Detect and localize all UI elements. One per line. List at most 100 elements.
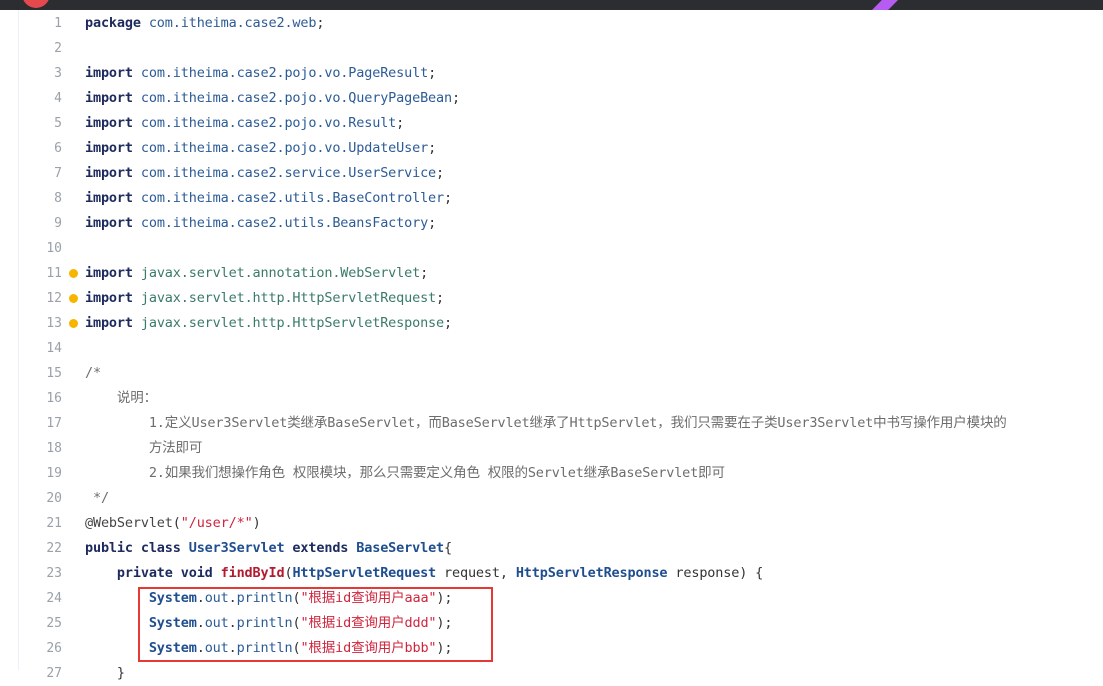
code-line[interactable]: 1 package com.itheima.case2.web; xyxy=(0,11,1103,36)
line-number: 8 xyxy=(54,191,62,206)
code-token: @WebServlet xyxy=(85,515,173,531)
line-number: 17 xyxy=(46,416,62,431)
line-number: 10 xyxy=(46,241,62,256)
code-token: 1.定义User3Servlet类继承BaseServlet，而BaseServ… xyxy=(85,415,1007,431)
code-token: ; xyxy=(428,140,437,156)
code-token: */ xyxy=(85,490,109,506)
code-line[interactable]: 12 import javax.servlet.http.HttpServletR… xyxy=(0,286,1103,311)
line-number: 2 xyxy=(54,41,62,56)
code-line[interactable]: 9 import com.itheima.case2.utils.BeansFac… xyxy=(0,211,1103,236)
code-text: @WebServlet("/user/*") xyxy=(85,511,261,536)
code-text: System.out.println("根据id查询用户aaa"); xyxy=(85,586,453,611)
code-token: . xyxy=(228,640,237,656)
code-line[interactable]: 11 import javax.servlet.annotation.WebSer… xyxy=(0,261,1103,286)
code-line[interactable]: 8 import com.itheima.case2.utils.BaseCont… xyxy=(0,186,1103,211)
code-token: "根据id查询用户ddd" xyxy=(300,615,437,631)
code-line[interactable]: 21 @WebServlet("/user/*") xyxy=(0,511,1103,536)
code-token: import xyxy=(85,215,141,231)
line-number: 13 xyxy=(46,316,62,331)
line-number: 18 xyxy=(46,441,62,456)
code-line[interactable]: 24 System.out.println("根据id查询用户aaa"); xyxy=(0,586,1103,611)
code-token: . xyxy=(228,615,237,631)
code-token: 方法即可 xyxy=(85,440,203,456)
code-line[interactable]: 16 说明： xyxy=(0,386,1103,411)
code-token: import xyxy=(85,315,141,331)
code-line[interactable]: 3 import com.itheima.case2.pojo.vo.PageRe… xyxy=(0,61,1103,86)
code-text: import com.itheima.case2.pojo.vo.Result; xyxy=(85,111,404,136)
code-token: ); xyxy=(436,590,453,606)
code-token: import xyxy=(85,290,141,306)
code-line[interactable]: 7 import com.itheima.case2.service.UserSe… xyxy=(0,161,1103,186)
code-line[interactable]: 10 xyxy=(0,236,1103,261)
code-token: System xyxy=(148,640,197,656)
code-token: out xyxy=(204,590,229,606)
code-token: extends xyxy=(284,540,357,556)
code-line[interactable]: 17 1.定义User3Servlet类继承BaseServlet，而BaseS… xyxy=(0,411,1103,436)
line-number: 3 xyxy=(54,66,62,81)
code-token: ; xyxy=(436,290,445,306)
line-number: 20 xyxy=(46,491,62,506)
code-token: import xyxy=(85,165,141,181)
code-line[interactable]: 15 /* xyxy=(0,361,1103,386)
code-line[interactable]: 2 xyxy=(0,36,1103,61)
code-line[interactable]: 19 2.如果我们想操作角色 权限模块，那么只需要定义角色 权限的Servlet… xyxy=(0,461,1103,486)
window-top-bar xyxy=(0,0,1103,10)
code-line[interactable]: 5 import com.itheima.case2.pojo.vo.Result… xyxy=(0,111,1103,136)
line-number: 14 xyxy=(46,341,62,356)
code-line[interactable]: 23 private void findById(HttpServletRequ… xyxy=(0,561,1103,586)
code-token: println xyxy=(236,615,293,631)
code-token: import xyxy=(85,265,141,281)
code-token: com.itheima.case2.utils.BaseController xyxy=(140,190,445,206)
code-token: out xyxy=(204,640,229,656)
code-token: ; xyxy=(444,315,452,331)
code-text: import javax.servlet.http.HttpServletRes… xyxy=(85,311,452,336)
code-token: private void xyxy=(85,565,221,581)
code-token: ( xyxy=(172,515,181,531)
code-line[interactable]: 20 */ xyxy=(0,486,1103,511)
code-line[interactable]: 26 System.out.println("根据id查询用户bbb"); xyxy=(0,636,1103,661)
code-token: . xyxy=(196,590,205,606)
line-number: 4 xyxy=(54,91,62,106)
code-token: javax.servlet.http.HttpServletResponse xyxy=(140,315,445,331)
code-token: BaseServlet xyxy=(356,540,445,556)
code-line[interactable]: 4 import com.itheima.case2.pojo.vo.QueryP… xyxy=(0,86,1103,111)
code-line[interactable]: 13 import javax.servlet.http.HttpServletR… xyxy=(0,311,1103,336)
code-token: ; xyxy=(428,215,437,231)
line-number: 12 xyxy=(46,291,62,306)
code-token: } xyxy=(85,665,125,681)
code-token: HttpServletResponse xyxy=(515,565,668,581)
code-line[interactable]: 25 System.out.println("根据id查询用户ddd"); xyxy=(0,611,1103,636)
code-token: import xyxy=(85,65,141,81)
code-text: 方法即可 xyxy=(85,436,203,461)
code-line[interactable]: 18 方法即可 xyxy=(0,436,1103,461)
code-line[interactable]: 27 } xyxy=(0,661,1103,686)
code-text: */ xyxy=(85,486,109,511)
change-marker-icon xyxy=(69,319,78,328)
code-text: import javax.servlet.http.HttpServletReq… xyxy=(85,286,444,311)
code-token: User3Servlet xyxy=(188,540,285,556)
code-line[interactable]: 22 public class User3Servlet extends Base… xyxy=(0,536,1103,561)
line-number: 26 xyxy=(46,641,62,656)
code-line[interactable]: 14 xyxy=(0,336,1103,361)
line-number: 5 xyxy=(54,116,62,131)
code-editor[interactable]: 1 package com.itheima.case2.web; 2 3 import … xyxy=(0,11,1103,686)
code-line[interactable]: 6 import com.itheima.case2.pojo.vo.Update… xyxy=(0,136,1103,161)
code-token: ; xyxy=(420,265,429,281)
window-close-icon[interactable] xyxy=(22,0,50,8)
code-text: import com.itheima.case2.pojo.vo.PageRes… xyxy=(85,61,436,86)
line-number: 15 xyxy=(46,366,62,381)
code-token: import xyxy=(85,90,141,106)
code-text: 1.定义User3Servlet类继承BaseServlet，而BaseServ… xyxy=(85,411,1007,436)
change-marker-icon xyxy=(69,294,78,303)
line-number: 21 xyxy=(46,516,62,531)
code-token: System xyxy=(148,590,197,606)
line-number: 7 xyxy=(54,166,62,181)
code-token: ; xyxy=(444,190,452,206)
code-text: 说明： xyxy=(85,386,157,411)
code-text: private void findById(HttpServletRequest… xyxy=(85,561,763,586)
line-number: 23 xyxy=(46,566,62,581)
code-token: response) { xyxy=(667,565,764,581)
